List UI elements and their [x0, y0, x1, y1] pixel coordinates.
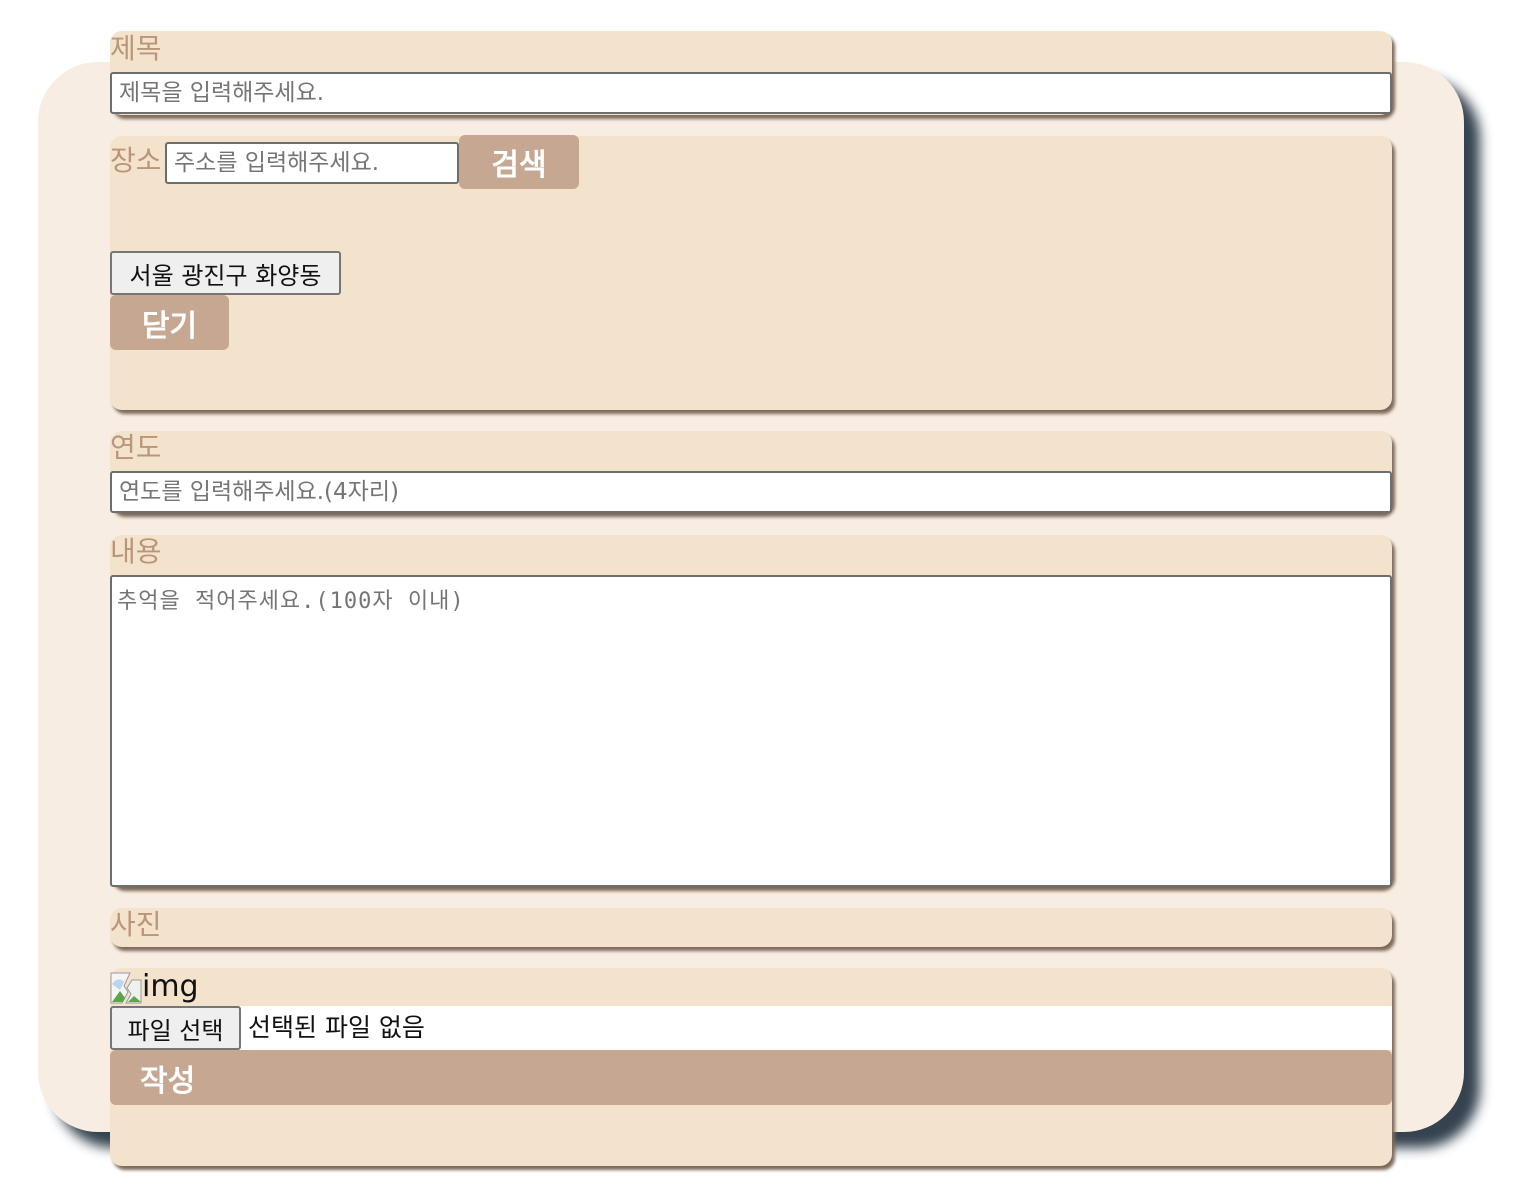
submit-button[interactable]: 작성 — [110, 1050, 1392, 1105]
file-input[interactable]: 파일 선택 선택된 파일 없음 — [110, 1006, 1392, 1050]
year-section: 연도 — [110, 431, 1392, 513]
title-input[interactable] — [110, 72, 1392, 114]
file-select-button[interactable]: 파일 선택 — [110, 1006, 241, 1050]
title-label: 제목 — [110, 32, 162, 65]
year-input[interactable] — [110, 471, 1392, 513]
image-preview: img — [110, 968, 199, 1004]
location-label: 장소 — [110, 144, 162, 177]
content-textarea[interactable] — [110, 575, 1392, 887]
file-status: 선택된 파일 없음 — [248, 1013, 425, 1042]
year-label: 연도 — [110, 431, 162, 464]
search-button[interactable]: 검색 — [459, 135, 579, 189]
content-section: 내용 — [110, 535, 1392, 887]
address-input[interactable] — [165, 142, 459, 184]
address-result-button[interactable]: 서울 광진구 화양동 — [110, 251, 341, 295]
image-alt-text: img — [142, 969, 199, 1004]
upload-section: img 파일 선택 선택된 파일 없음 작성 — [110, 968, 1392, 1166]
title-section: 제목 — [110, 31, 1392, 115]
content-label: 내용 — [110, 535, 162, 568]
broken-image-icon — [110, 972, 142, 1004]
location-section: 장소 검색 서울 광진구 화양동 닫기 — [110, 135, 1392, 410]
photo-section: 사진 — [110, 908, 1392, 947]
photo-label: 사진 — [110, 908, 162, 941]
close-button[interactable]: 닫기 — [110, 295, 229, 350]
